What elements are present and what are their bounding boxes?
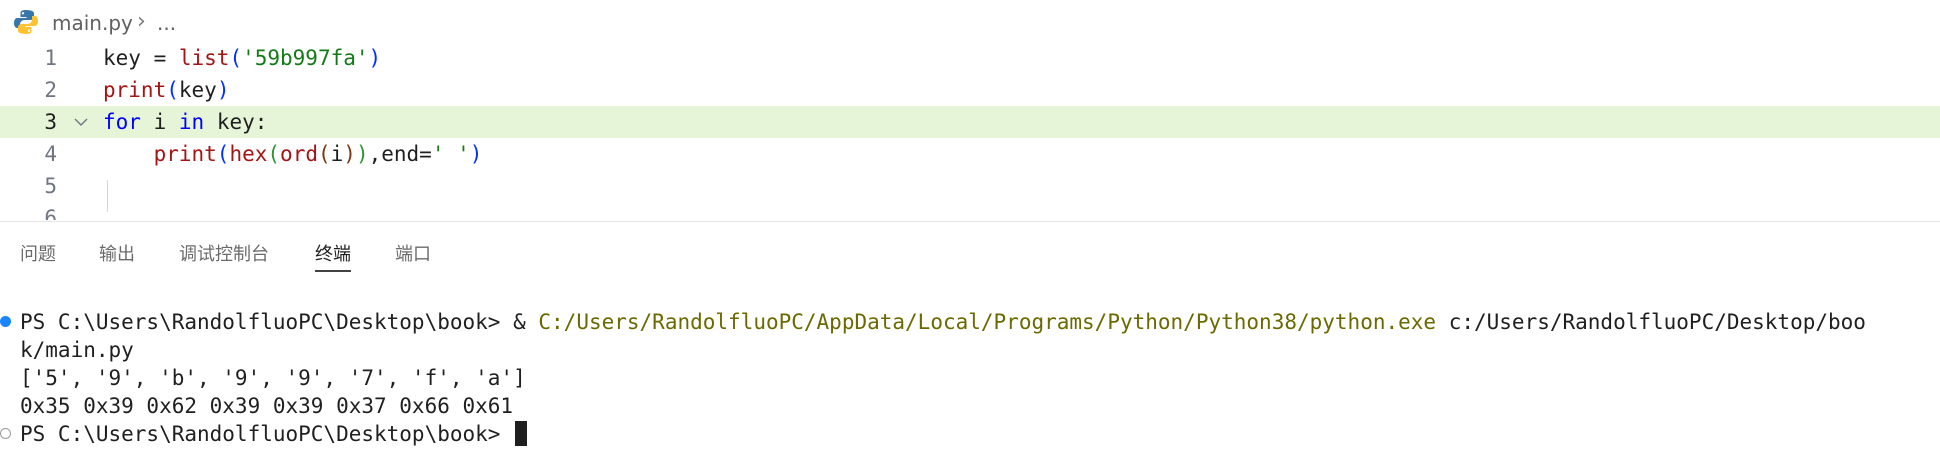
tab-output[interactable]: 输出 — [99, 240, 135, 266]
terminal-command-line: PS C:\Users\RandolfluoPC\Desktop\book> &… — [20, 308, 1866, 336]
command-status-dot-icon[interactable] — [0, 316, 11, 327]
terminal-exe-path[interactable]: C:/Users/RandolfluoPC/AppData/Local/Prog… — [538, 310, 1436, 334]
breadcrumb-more[interactable]: ... — [157, 11, 176, 35]
line-number: 3 — [44, 110, 57, 134]
code-line[interactable]: 2 print(key) — [0, 74, 1940, 106]
terminal-command-wrap: k/main.py — [20, 338, 134, 362]
terminal-prompt: PS C:\Users\RandolfluoPC\Desktop\book> — [20, 422, 514, 446]
terminal-cursor — [515, 421, 528, 446]
code-editor[interactable]: 1 key = list('59b997fa') 2 print(key) 3 … — [0, 42, 1940, 220]
breadcrumb-file[interactable]: main.py — [52, 11, 133, 35]
line-number: 5 — [44, 174, 57, 198]
terminal-operator: & — [513, 310, 539, 334]
chevron-right-icon: › — [137, 9, 146, 34]
line-number: 1 — [44, 46, 57, 70]
tab-problems[interactable]: 问题 — [20, 240, 56, 266]
breadcrumb: main.py › ... — [0, 0, 1940, 44]
code-line[interactable]: 1 key = list('59b997fa') — [0, 42, 1940, 74]
line-number: 2 — [44, 78, 57, 102]
code-line-current[interactable]: 3 for i in key: — [0, 106, 1940, 138]
terminal-output-line: ['5', '9', 'b', '9', '9', '7', 'f', 'a'] — [20, 366, 526, 390]
python-icon — [14, 10, 38, 34]
line-number: 6 — [44, 206, 57, 220]
line-number: 4 — [44, 142, 57, 166]
code-line[interactable]: 6 — [0, 202, 1940, 220]
code-text: key = list('59b997fa') — [103, 46, 382, 70]
terminal-argument[interactable]: c:/Users/RandolfluoPC/Desktop/boo — [1436, 310, 1866, 334]
code-line[interactable]: 4 print(hex(ord(i)),end=' ') — [0, 138, 1940, 170]
fold-chevron-icon[interactable] — [74, 115, 88, 129]
tab-ports[interactable]: 端口 — [395, 240, 431, 266]
code-text: print(key) — [103, 78, 230, 102]
command-status-dot-empty-icon[interactable] — [0, 428, 11, 439]
terminal-prompt: PS C:\Users\RandolfluoPC\Desktop\book> — [20, 310, 514, 334]
terminal-output-line: 0x35 0x39 0x62 0x39 0x39 0x37 0x66 0x61 — [20, 394, 514, 418]
code-line[interactable]: 5 — [0, 170, 1940, 202]
tab-terminal[interactable]: 终端 — [315, 240, 351, 272]
terminal-prompt-line: PS C:\Users\RandolfluoPC\Desktop\book> — [20, 420, 528, 448]
panel-tabs: 问题 输出 调试控制台 终端 端口 — [0, 222, 1940, 278]
terminal[interactable]: PS C:\Users\RandolfluoPC\Desktop\book> &… — [0, 300, 1940, 476]
code-text: print(hex(ord(i)),end=' ') — [153, 142, 483, 166]
tab-debug-console[interactable]: 调试控制台 — [179, 240, 269, 266]
code-text: for i in key: — [103, 110, 268, 134]
